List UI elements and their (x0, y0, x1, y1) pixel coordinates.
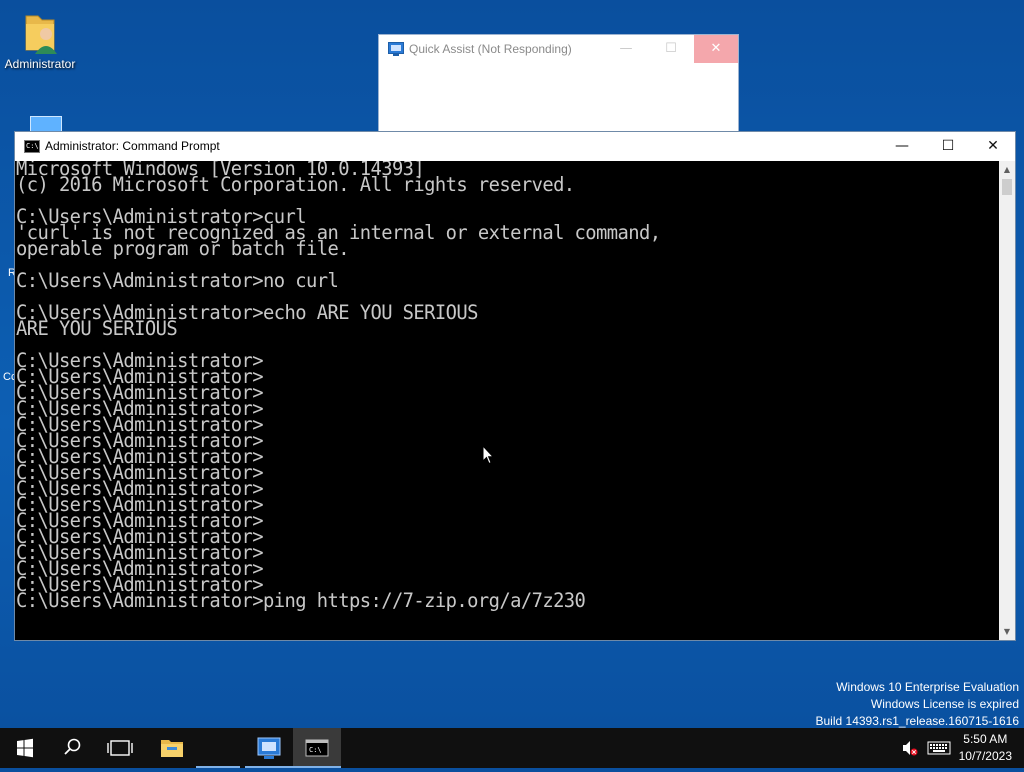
file-explorer-button[interactable] (148, 728, 196, 768)
cmd-icon: C:\ (305, 739, 329, 757)
cmd-titlebar[interactable]: C:\ Administrator: Command Prompt — ☐ ✕ (15, 132, 1015, 161)
quick-assist-taskbar-button[interactable] (245, 728, 293, 768)
desktop-icon-administrator[interactable]: Administrator (4, 8, 76, 71)
scroll-down-arrow-icon[interactable]: ▼ (999, 623, 1015, 640)
clock-time: 5:50 AM (963, 732, 1008, 746)
clock-date: 10/7/2023 (958, 749, 1012, 763)
console-line: C:\Users\Administrator>no curl (15, 269, 339, 292)
svg-text:C:\: C:\ (309, 746, 322, 754)
watermark-edition: Windows 10 Enterprise Evaluation (836, 680, 1019, 694)
volume-muted-icon[interactable] (896, 728, 924, 768)
taskbar-running-indicator[interactable] (196, 728, 240, 768)
quick-assist-icon (388, 41, 404, 56)
vertical-scrollbar[interactable]: ▲ ▼ (999, 161, 1015, 640)
watermark-license: Windows License is expired (870, 697, 1019, 711)
taskbar: C:\ 5:50 AM 10/7/2023 (0, 728, 1024, 768)
mouse-pointer-icon (482, 444, 495, 465)
taskbar-clock[interactable]: 5:50 AM 10/7/2023 (959, 731, 1012, 765)
scroll-thumb[interactable] (1002, 179, 1012, 195)
keyboard-icon[interactable] (926, 728, 952, 768)
console-text: Microsoft Windows [Version 10.0.14393] (c… (15, 161, 969, 612)
start-button[interactable] (0, 728, 48, 768)
close-button[interactable]: ✕ (970, 132, 1016, 161)
windows-logo-icon (17, 738, 33, 758)
quick-assist-icon (257, 737, 281, 759)
maximize-button[interactable]: ☐ (649, 35, 693, 63)
command-prompt-taskbar-button[interactable]: C:\ (293, 728, 341, 768)
command-prompt-window[interactable]: C:\ Administrator: Command Prompt — ☐ ✕ … (14, 131, 1016, 641)
minimize-button[interactable]: — (879, 132, 925, 161)
task-view-button[interactable] (96, 728, 144, 768)
cmd-icon: C:\ (24, 140, 40, 153)
search-button[interactable] (48, 728, 96, 768)
maximize-button[interactable]: ☐ (925, 132, 971, 161)
console-line: (c) 2016 Microsoft Corporation. All righ… (15, 173, 575, 196)
console-line: C:\Users\Administrator>ping https://7-zi… (15, 589, 586, 612)
windows-watermark: Windows 10 Enterprise Evaluation Windows… (816, 679, 1020, 730)
quick-assist-title: Quick Assist (Not Responding) (409, 42, 572, 56)
user-folder-icon (20, 10, 60, 54)
quick-assist-window[interactable]: Quick Assist (Not Responding) — ☐ ✕ (378, 34, 739, 132)
search-icon (64, 738, 81, 755)
close-button[interactable]: ✕ (694, 35, 738, 63)
folder-icon (161, 740, 183, 757)
task-view-icon (107, 740, 133, 756)
desktop-icon-label: Administrator (4, 57, 76, 71)
console-line: ARE YOU SERIOUS (15, 317, 178, 340)
scroll-up-arrow-icon[interactable]: ▲ (999, 161, 1015, 178)
quick-assist-titlebar[interactable]: Quick Assist (Not Responding) — ☐ ✕ (379, 35, 738, 63)
cmd-title: Administrator: Command Prompt (45, 139, 220, 153)
minimize-button[interactable]: — (604, 35, 648, 63)
console-output[interactable]: Microsoft Windows [Version 10.0.14393] (c… (15, 161, 999, 640)
